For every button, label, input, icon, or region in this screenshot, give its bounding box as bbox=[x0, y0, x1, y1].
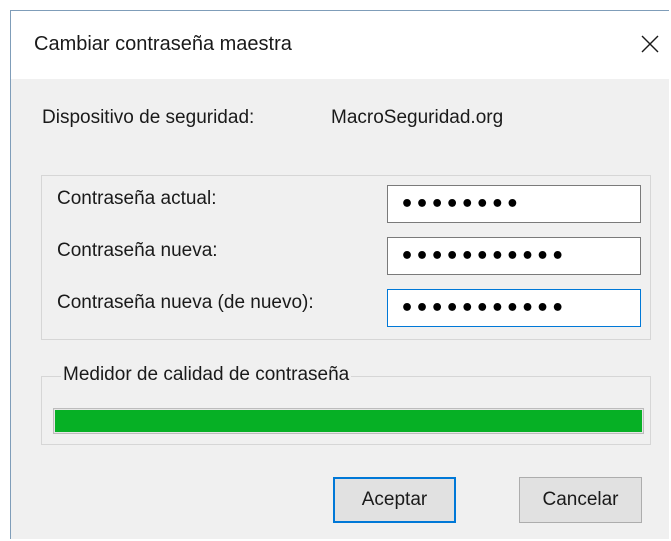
dialog-title: Cambiar contraseña maestra bbox=[34, 33, 292, 55]
confirm-password-label: Contraseña nueva (de nuevo): bbox=[57, 292, 314, 313]
close-icon[interactable] bbox=[635, 29, 665, 59]
password-quality-meter-fill bbox=[55, 410, 642, 432]
accept-button[interactable]: Aceptar bbox=[333, 477, 456, 523]
cancel-button[interactable]: Cancelar bbox=[519, 477, 642, 523]
current-password-field[interactable] bbox=[387, 185, 641, 223]
security-device-label: Dispositivo de seguridad: bbox=[42, 107, 255, 128]
title-bar: Cambiar contraseña maestra bbox=[11, 11, 669, 79]
security-device-value: MacroSeguridad.org bbox=[331, 107, 504, 128]
confirm-password-field[interactable] bbox=[387, 289, 641, 327]
new-password-label: Contraseña nueva: bbox=[57, 240, 218, 261]
password-quality-meter bbox=[53, 408, 644, 434]
current-password-label: Contraseña actual: bbox=[57, 188, 217, 209]
new-password-field[interactable] bbox=[387, 237, 641, 275]
change-master-password-dialog: Cambiar contraseña maestra Dispositivo d… bbox=[10, 10, 669, 539]
security-device-row: Dispositivo de seguridad: MacroSeguridad… bbox=[42, 107, 503, 129]
password-quality-legend: Medidor de calidad de contraseña bbox=[61, 364, 352, 386]
